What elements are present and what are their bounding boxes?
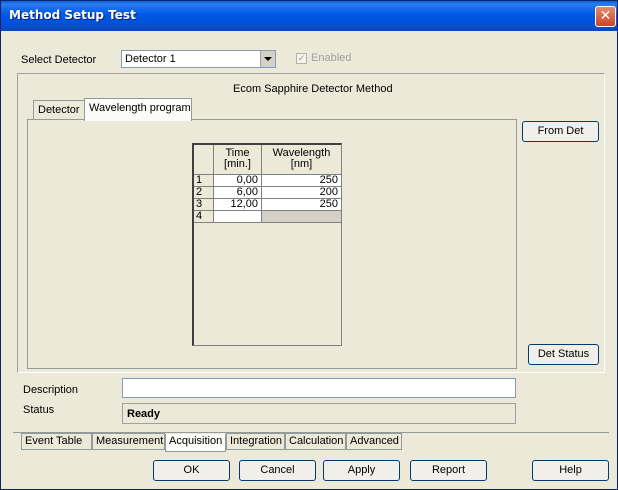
wavelength-cell[interactable]: 250 xyxy=(262,199,342,211)
tab-acquisition[interactable]: Acquisition xyxy=(165,434,226,452)
tab-detector[interactable]: Detector xyxy=(33,100,85,120)
apply-button[interactable]: Apply xyxy=(323,460,400,481)
col-header-time-l2: [min.] xyxy=(224,158,251,170)
wavelength-table[interactable]: Time [min.] Wavelength [nm] 1 0,00 250 2… xyxy=(192,143,342,346)
det-status-button-label: Det Status xyxy=(537,348,590,360)
time-cell[interactable]: 12,00 xyxy=(214,199,262,211)
method-setup-window: Method Setup Test ✕ Select Detector Dete… xyxy=(0,0,618,490)
from-det-button[interactable]: From Det xyxy=(522,121,599,142)
col-header-time: Time [min.] xyxy=(214,145,262,175)
enabled-checkbox[interactable]: ✓ xyxy=(296,53,307,64)
detector-select[interactable]: Detector 1 xyxy=(121,50,276,68)
tab-wavelength-program-label: Wavelength program xyxy=(89,102,191,114)
select-detector-label: Select Detector xyxy=(21,54,97,66)
description-label: Description xyxy=(23,384,79,396)
tab-integration[interactable]: Integration xyxy=(226,433,285,450)
col-header-wavelength-l2: [nm] xyxy=(290,158,313,170)
det-status-button[interactable]: Det Status xyxy=(528,344,599,365)
report-button[interactable]: Report xyxy=(410,460,487,481)
from-det-button-label: From Det xyxy=(537,125,584,137)
status-value: Ready xyxy=(122,403,516,424)
help-button[interactable]: Help xyxy=(532,460,609,481)
table-corner xyxy=(194,145,214,175)
window-title: Method Setup Test xyxy=(9,8,136,22)
description-input[interactable] xyxy=(122,378,516,398)
col-header-wavelength: Wavelength [nm] xyxy=(262,145,342,175)
enabled-label: Enabled xyxy=(311,52,352,64)
status-label: Status xyxy=(23,404,55,416)
row-number: 4 xyxy=(194,211,214,223)
method-title: Ecom Sapphire Detector Method xyxy=(233,83,393,95)
tab-wavelength-program[interactable]: Wavelength program xyxy=(84,98,192,121)
close-icon[interactable]: ✕ xyxy=(595,6,616,27)
tab-event-table[interactable]: Event Table xyxy=(21,433,92,450)
time-cell[interactable] xyxy=(214,211,262,223)
detector-select-value: Detector 1 xyxy=(125,53,176,65)
ok-button[interactable]: OK xyxy=(153,460,230,481)
chevron-down-icon[interactable] xyxy=(260,51,275,67)
wavelength-cell[interactable] xyxy=(262,211,342,223)
title-bar[interactable]: Method Setup Test ✕ xyxy=(1,1,617,31)
tab-advanced[interactable]: Advanced xyxy=(346,433,402,450)
tab-detector-label: Detector xyxy=(38,104,80,116)
tab-measurement[interactable]: Measurement xyxy=(92,433,165,450)
tab-calculation[interactable]: Calculation xyxy=(285,433,346,450)
cancel-button[interactable]: Cancel xyxy=(239,460,316,481)
